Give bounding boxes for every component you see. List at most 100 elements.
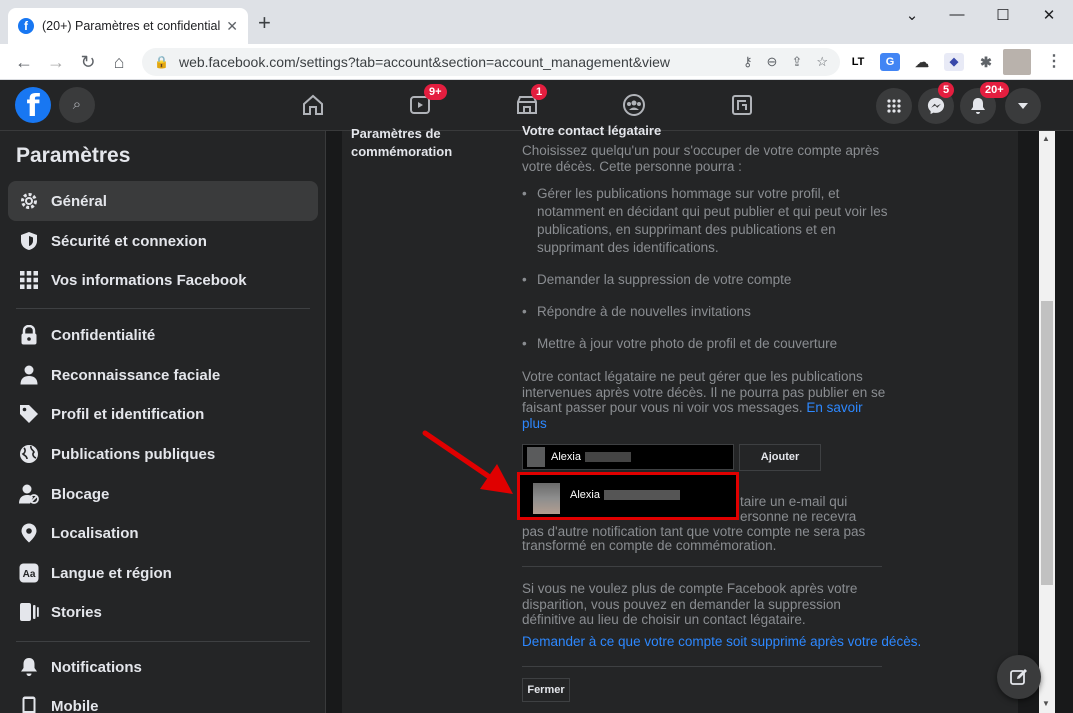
avatar	[527, 447, 545, 467]
sidebar-item-your-info[interactable]: Vos informations Facebook	[8, 260, 318, 300]
shield-icon	[18, 230, 40, 252]
sidebar-item-location[interactable]: Localisation	[8, 513, 318, 553]
sidebar-item-label: Notifications	[51, 658, 142, 676]
browser-tabstrip: f (20+) Paramètres et confidentialité ✕ …	[0, 0, 1073, 44]
bullet-manage-posts: Gérer les publications hommage sur votre…	[522, 185, 892, 257]
memorialization-panel: Paramètres de commémoration Votre contac…	[342, 123, 1018, 713]
sidebar-item-label: Reconnaissance faciale	[51, 366, 221, 384]
extension-icon[interactable]: ◆	[944, 53, 964, 71]
puzzle-extensions-icon[interactable]: ✱	[976, 53, 996, 71]
sidebar-item-security[interactable]: Sécurité et connexion	[8, 221, 318, 261]
watch-badge: 9+	[424, 84, 447, 100]
address-bar[interactable]: 🔒 web.facebook.com/settings?tab=account&…	[142, 48, 840, 76]
bullet-friend-requests: Répondre à de nouvelles invitations	[522, 303, 892, 321]
back-button[interactable]: ←	[12, 50, 36, 74]
compose-edit-icon	[1010, 669, 1027, 685]
sidebar-item-notifications[interactable]: Notifications	[8, 647, 318, 687]
new-message-button[interactable]	[997, 655, 1041, 699]
legacy-contact-heading: Votre contact légataire	[522, 123, 662, 138]
sidebar-title: Paramètres	[16, 144, 131, 167]
forward-button[interactable]: →	[44, 50, 68, 74]
messenger-badge: 5	[938, 82, 955, 98]
account-chevron-down-icon[interactable]	[1005, 88, 1041, 124]
legacy-limits-text: Votre contact légataire ne peut gérer qu…	[522, 369, 887, 431]
messenger-icon[interactable]: 5	[918, 82, 955, 124]
languagetool-extension-icon[interactable]: LT	[848, 53, 868, 71]
bookmark-star-icon[interactable]: ☆	[816, 54, 828, 70]
maximize-button[interactable]: ☐	[988, 6, 1018, 24]
tab-search-chevron-icon[interactable]: ⌄	[897, 6, 927, 24]
gaming-icon[interactable]	[722, 86, 762, 124]
sidebar-item-label: Publications publiques	[51, 445, 216, 463]
watch-video-icon[interactable]: 9+	[400, 84, 447, 124]
groups-icon[interactable]	[614, 86, 654, 124]
bullet-update-photos: Mettre à jour votre photo de profil et d…	[522, 335, 892, 353]
divider	[522, 666, 882, 667]
notify-text-line1: taire un e-mail qui	[740, 494, 848, 509]
sidebar-item-label: Sécurité et connexion	[51, 232, 207, 250]
settings-sidebar: Paramètres Général Sécurité et connexion…	[0, 131, 326, 713]
search-icon[interactable]: ⌕	[59, 87, 95, 123]
marketplace-badge: 1	[531, 84, 548, 100]
key-icon[interactable]: ⚷	[743, 54, 753, 70]
reload-button[interactable]: ↻	[76, 50, 100, 74]
svg-text:Aa: Aa	[23, 569, 36, 580]
sidebar-item-label: Mobile	[51, 697, 99, 713]
scroll-down-arrow-icon[interactable]: ▼	[1042, 699, 1050, 708]
sidebar-item-profile-tagging[interactable]: Profil et identification	[8, 394, 318, 434]
settings-main: Paramètres de commémoration Votre contac…	[327, 123, 1073, 713]
notifications-bell-icon[interactable]: 20+	[960, 82, 1009, 124]
sidebar-item-label: Confidentialité	[51, 326, 156, 344]
legacy-contact-input[interactable]: Alexia	[522, 444, 734, 470]
tab-title: (20+) Paramètres et confidentialité	[42, 19, 221, 33]
sidebar-item-label: Langue et région	[51, 564, 172, 582]
cloud-download-extension-icon[interactable]: ☁	[912, 53, 932, 71]
sidebar-item-blocking[interactable]: Blocage	[8, 474, 318, 514]
home-icon[interactable]	[293, 86, 333, 124]
facebook-logo[interactable]: f	[15, 87, 51, 124]
notifications-badge: 20+	[980, 82, 1009, 98]
sidebar-item-label: Vos informations Facebook	[51, 271, 247, 289]
avatar	[533, 483, 560, 514]
url-text: web.facebook.com/settings?tab=account&se…	[178, 54, 671, 70]
minimize-button[interactable]: —	[942, 6, 972, 23]
bullet-request-deletion: Demander la suppression de votre compte	[522, 271, 892, 289]
contact-suggestion-item[interactable]: Alexia	[517, 472, 739, 520]
sidebar-divider	[16, 641, 310, 642]
sidebar-item-stories[interactable]: Stories	[8, 592, 318, 632]
close-button[interactable]: Fermer	[522, 678, 570, 702]
scroll-up-arrow-icon[interactable]: ▲	[1042, 134, 1050, 143]
menu-grid-icon[interactable]	[876, 88, 912, 124]
globe-icon	[18, 443, 40, 465]
profile-avatar[interactable]	[1003, 49, 1031, 75]
translate-extension-icon[interactable]: G	[880, 53, 900, 71]
close-window-button[interactable]: ✕	[1034, 6, 1064, 24]
zoom-icon[interactable]: ⊖	[767, 54, 778, 70]
sidebar-item-label: Blocage	[51, 485, 110, 503]
sidebar-item-privacy[interactable]: Confidentialité	[8, 315, 318, 355]
lock-icon[interactable]: 🔒	[154, 55, 169, 69]
new-tab-button[interactable]: +	[258, 12, 271, 34]
share-icon[interactable]: ⇪	[791, 54, 802, 70]
redacted-name	[584, 452, 631, 462]
language-icon: Aa	[18, 562, 40, 584]
request-deletion-link[interactable]: Demander à ce que votre compte soit supp…	[522, 634, 942, 650]
location-pin-icon	[18, 522, 40, 544]
home-button[interactable]: ⌂	[107, 50, 131, 74]
scrollbar[interactable]: ▲ ▼	[1039, 131, 1055, 713]
person-icon	[18, 364, 40, 386]
lock-icon	[18, 324, 40, 346]
sidebar-item-public-posts[interactable]: Publications publiques	[8, 434, 318, 474]
scrollbar-thumb[interactable]	[1041, 301, 1053, 585]
sidebar-item-general[interactable]: Général	[8, 181, 318, 221]
grid-icon	[18, 269, 40, 291]
marketplace-icon[interactable]: 1	[507, 84, 548, 124]
browser-menu-icon[interactable]: ⋮	[1044, 53, 1064, 71]
sidebar-item-face-recognition[interactable]: Reconnaissance faciale	[8, 355, 318, 395]
sidebar-item-mobile[interactable]: Mobile	[8, 686, 318, 713]
browser-tab[interactable]: f (20+) Paramètres et confidentialité ✕	[8, 8, 248, 44]
sidebar-item-language[interactable]: Aa Langue et région	[8, 553, 318, 593]
add-button[interactable]: Ajouter	[739, 444, 821, 471]
close-tab-icon[interactable]: ✕	[226, 18, 238, 35]
phone-icon	[18, 695, 40, 713]
